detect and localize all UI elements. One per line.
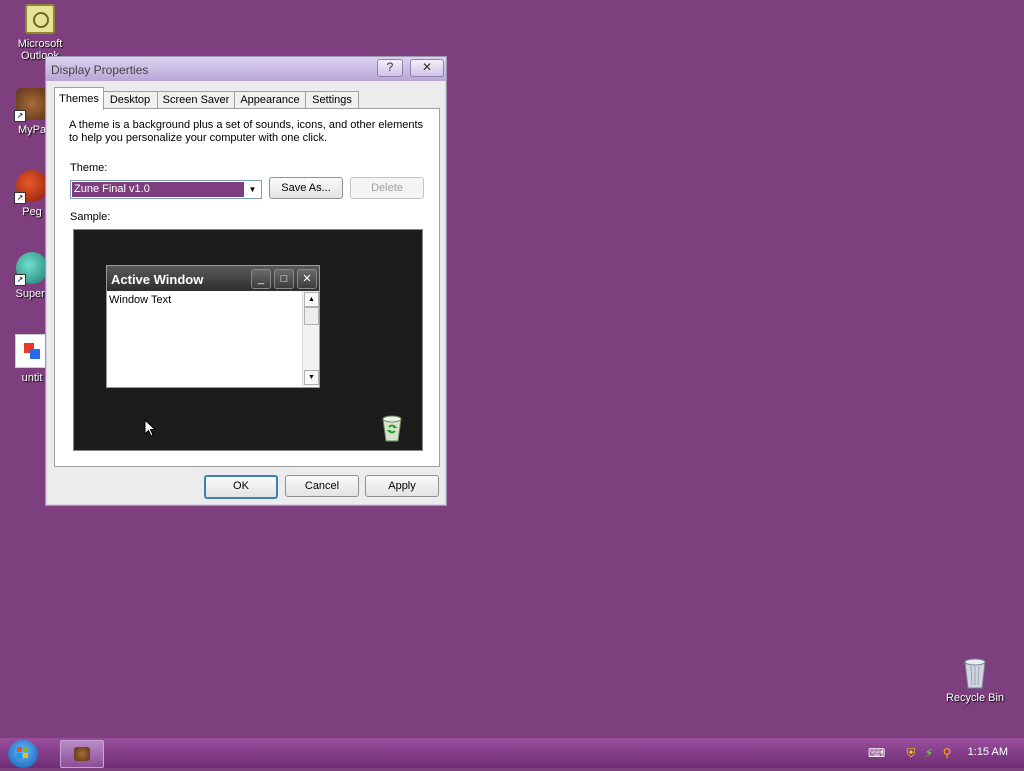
tab-screen-saver[interactable]: Screen Saver xyxy=(157,91,235,109)
mypa-icon: ↗ xyxy=(14,88,48,122)
tab-desktop[interactable]: Desktop xyxy=(102,91,158,109)
desktop-icon-label: untit xyxy=(21,372,43,384)
themes-panel: A theme is a background plus a set of so… xyxy=(54,108,440,467)
untitled-icon xyxy=(15,334,49,368)
close-icon: ✕ xyxy=(421,60,433,74)
scroll-down-icon: ▼ xyxy=(304,370,319,385)
theme-sample-preview: Active Window _ □ ✕ Window Text ▲ ▼ xyxy=(73,229,423,451)
close-button[interactable]: ✕ xyxy=(410,59,444,77)
tab-themes[interactable]: Themes xyxy=(54,87,104,110)
ok-button[interactable]: OK xyxy=(204,475,278,499)
windows-logo-icon xyxy=(17,747,28,758)
network-icon[interactable]: ⚡ xyxy=(922,746,936,760)
desktop-icon-label: MyPa xyxy=(17,124,47,136)
taskbar-display-properties-button[interactable] xyxy=(60,740,104,768)
desktop-icon-label: Peg xyxy=(22,206,42,218)
sample-window-text: Window Text xyxy=(109,294,172,306)
search-icon[interactable]: ⚲ xyxy=(940,746,954,760)
shortcut-arrow-icon: ↗ xyxy=(14,192,26,204)
help-icon: ? xyxy=(386,60,394,74)
tab-appearance[interactable]: Appearance xyxy=(234,91,306,109)
save-as-button[interactable]: Save As... xyxy=(269,177,343,199)
mouse-cursor-icon xyxy=(144,419,156,437)
maximize-icon: □ xyxy=(274,269,294,289)
recycle-bin-icon xyxy=(959,656,991,689)
dialog-title: Display Properties xyxy=(51,63,149,77)
peg-icon: ↗ xyxy=(14,170,48,204)
minimize-icon: _ xyxy=(251,269,271,289)
scroll-up-icon: ▲ xyxy=(304,292,319,307)
delete-button[interactable]: Delete xyxy=(350,177,424,199)
close-icon: ✕ xyxy=(297,269,317,289)
display-properties-icon xyxy=(74,747,90,761)
recycle-bin-icon xyxy=(380,414,402,442)
desktop-icon-label: Recycle Bin xyxy=(945,692,1005,704)
taskbar: ⌨ ⛨ ⚡ ⚲ 1:15 AM xyxy=(0,738,1024,768)
keyboard-icon[interactable]: ⌨ xyxy=(868,746,885,760)
security-shield-icon[interactable]: ⛨ xyxy=(904,746,918,760)
sample-label: Sample: xyxy=(70,211,111,223)
clock[interactable]: 1:15 AM xyxy=(968,746,1008,758)
sample-title-bar: Active Window _ □ ✕ xyxy=(107,266,319,291)
sample-active-window: Active Window _ □ ✕ Window Text ▲ ▼ xyxy=(106,265,320,388)
outlook-icon xyxy=(25,4,55,34)
theme-select-value: Zune Final v1.0 xyxy=(72,182,244,197)
cancel-button[interactable]: Cancel xyxy=(285,475,359,497)
desktop-icon-outlook[interactable]: Microsoft Outlook xyxy=(0,4,80,62)
desktop-icon-recycle-bin[interactable]: Recycle Bin xyxy=(935,656,1015,704)
theme-select[interactable]: Zune Final v1.0 ▼ xyxy=(70,180,262,199)
scroll-thumb xyxy=(304,307,319,325)
chevron-down-icon[interactable]: ▼ xyxy=(244,181,261,198)
shortcut-arrow-icon: ↗ xyxy=(14,274,26,286)
apply-button[interactable]: Apply xyxy=(365,475,439,497)
superr-icon: ↗ xyxy=(14,252,48,286)
title-bar[interactable]: Display Properties ? ✕ xyxy=(46,57,446,81)
sample-scrollbar: ▲ ▼ xyxy=(302,291,319,386)
start-button[interactable] xyxy=(8,740,38,768)
help-button[interactable]: ? xyxy=(377,59,403,77)
display-properties-dialog: Display Properties ? ✕ Themes Desktop Sc… xyxy=(45,56,447,506)
sample-window-title: Active Window xyxy=(111,272,204,287)
shortcut-arrow-icon: ↗ xyxy=(14,110,26,122)
tab-settings[interactable]: Settings xyxy=(305,91,359,109)
theme-label: Theme: xyxy=(70,162,108,174)
desktop-icon-label: Superr xyxy=(15,288,49,300)
theme-description: A theme is a background plus a set of so… xyxy=(69,119,424,144)
